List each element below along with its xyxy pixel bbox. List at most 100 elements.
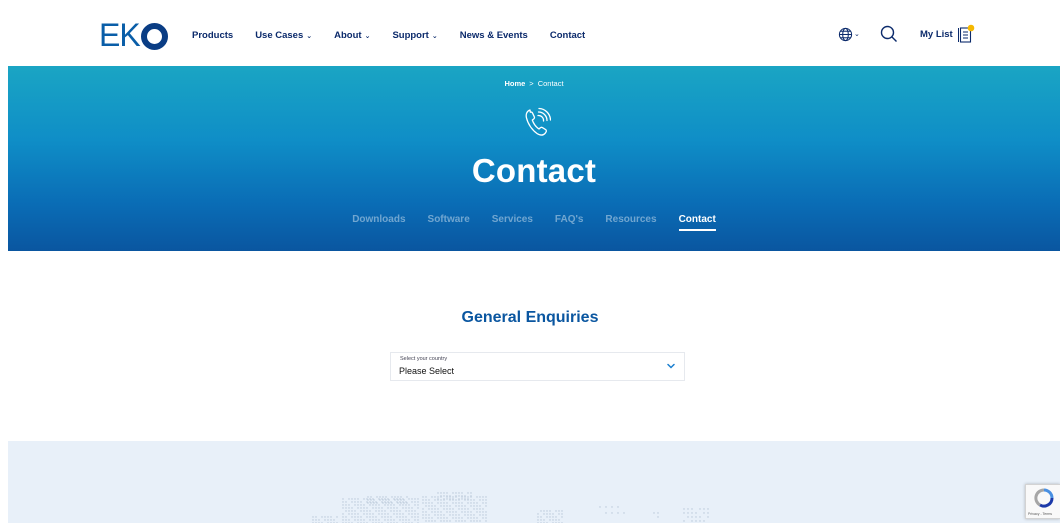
map-dot: [482, 514, 484, 516]
map-dot: [467, 492, 469, 494]
map-dot: [396, 501, 398, 503]
map-dot: [375, 516, 377, 518]
map-dot: [476, 496, 478, 498]
map-dot: [461, 520, 463, 522]
map-dot: [561, 510, 563, 512]
map-dot: [348, 504, 350, 506]
recaptcha-badge[interactable]: Privacy - Terms: [1025, 484, 1060, 519]
map-dot: [417, 501, 419, 503]
map-dot: [699, 516, 701, 518]
map-dot: [455, 517, 457, 519]
map-dot: [396, 516, 398, 518]
map-dot: [357, 501, 359, 503]
map-dot: [336, 516, 338, 518]
tab-contact[interactable]: Contact: [678, 214, 716, 231]
chevron-down-icon: [667, 363, 675, 369]
map-dot: [467, 498, 469, 500]
map-dot: [387, 504, 389, 506]
map-dot: [440, 511, 442, 513]
map-dot: [434, 520, 436, 522]
tab-services[interactable]: Services: [492, 214, 533, 231]
map-dot: [443, 502, 445, 504]
search-icon[interactable]: [880, 25, 898, 43]
breadcrumb-home-link[interactable]: Home: [504, 79, 525, 88]
map-dot: [443, 508, 445, 510]
map-dot: [434, 511, 436, 513]
map-dot: [393, 498, 395, 500]
country-select[interactable]: Select your country Please Select: [390, 352, 685, 381]
nav-item-about[interactable]: About ⌄: [334, 30, 370, 41]
my-list-button[interactable]: My List: [920, 24, 975, 44]
map-dot: [373, 499, 375, 501]
map-dot: [396, 498, 398, 500]
map-dot: [357, 519, 359, 521]
map-dot: [549, 513, 551, 515]
map-dot: [458, 498, 460, 500]
map-dot: [348, 513, 350, 515]
tab-faqs[interactable]: FAQ's: [555, 214, 584, 231]
map-dot: [452, 514, 454, 516]
map-dot: [546, 513, 548, 515]
map-dot: [657, 512, 659, 514]
map-dot: [428, 502, 430, 504]
nav-item-use-cases[interactable]: Use Cases ⌄: [255, 30, 312, 41]
map-dot: [406, 502, 408, 504]
map-dot: [464, 498, 466, 500]
tab-resources[interactable]: Resources: [605, 214, 656, 231]
map-dot: [473, 514, 475, 516]
map-dot: [440, 505, 442, 507]
map-dot: [431, 505, 433, 507]
map-dot: [458, 502, 460, 504]
map-dot: [399, 498, 401, 500]
map-dot: [417, 498, 419, 500]
map-dot: [387, 498, 389, 500]
map-dot: [324, 519, 326, 521]
map-dot: [437, 514, 439, 516]
map-dot: [375, 510, 377, 512]
nav-item-news-events[interactable]: News & Events: [460, 30, 528, 41]
map-dot: [385, 499, 387, 501]
map-dot: [476, 511, 478, 513]
map-dot: [354, 519, 356, 521]
map-dot: [376, 502, 378, 504]
eko-logo[interactable]: EK: [99, 19, 168, 51]
map-dot: [345, 504, 347, 506]
map-dot: [691, 508, 693, 510]
tab-downloads[interactable]: Downloads: [352, 214, 405, 231]
map-dot: [482, 511, 484, 513]
map-dot: [400, 502, 402, 504]
map-dot: [464, 505, 466, 507]
nav-item-contact[interactable]: Contact: [550, 30, 585, 41]
map-dot: [691, 512, 693, 514]
map-dot: [378, 504, 380, 506]
map-dot: [485, 499, 487, 501]
section-title: General Enquiries: [461, 309, 599, 326]
map-dot: [440, 502, 442, 504]
nav-item-support[interactable]: Support ⌄: [392, 30, 437, 41]
map-dot: [348, 510, 350, 512]
nav-item-products[interactable]: Products: [192, 30, 233, 41]
map-dot: [318, 519, 320, 521]
map-dot: [437, 492, 439, 494]
language-selector[interactable]: ⌄: [838, 24, 860, 44]
map-dot: [379, 499, 381, 501]
map-dot: [443, 520, 445, 522]
map-dot: [699, 520, 701, 522]
map-dot: [348, 519, 350, 521]
map-dot: [455, 505, 457, 507]
map-dot: [464, 495, 466, 497]
map-dot: [555, 516, 557, 518]
map-dot: [464, 508, 466, 510]
tab-software[interactable]: Software: [428, 214, 470, 231]
map-dot: [458, 508, 460, 510]
map-dot: [408, 507, 410, 509]
map-dot: [351, 513, 353, 515]
map-dot: [455, 502, 457, 504]
world-map-dots: [312, 492, 709, 523]
map-dot: [455, 520, 457, 522]
map-dot: [411, 510, 413, 512]
map-dot: [470, 495, 472, 497]
map-dot: [473, 517, 475, 519]
map-dot: [452, 508, 454, 510]
map-dot: [537, 516, 539, 518]
